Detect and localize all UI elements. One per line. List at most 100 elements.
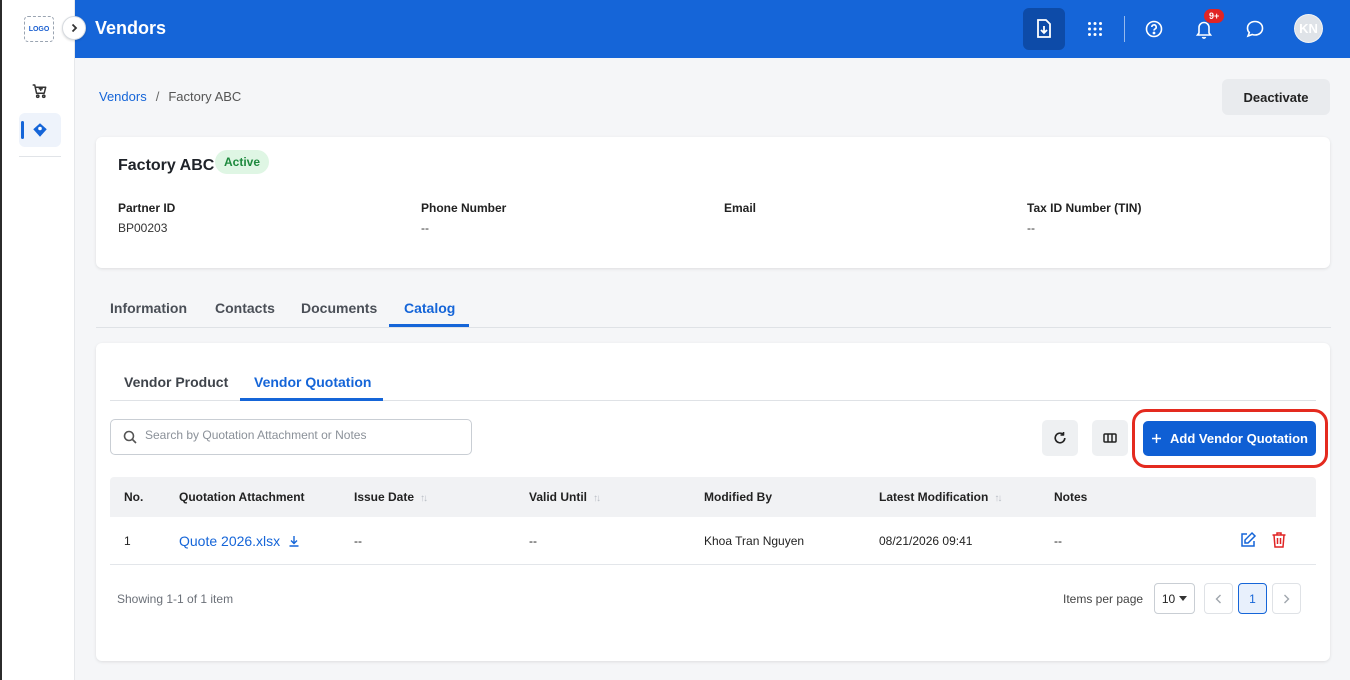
tab-documents[interactable]: Documents xyxy=(301,300,377,316)
field-value: -- xyxy=(1027,221,1035,235)
add-vendor-quotation-button[interactable]: Add Vendor Quotation xyxy=(1143,421,1316,456)
help-button[interactable] xyxy=(1133,8,1175,50)
tab-contacts[interactable]: Contacts xyxy=(215,300,275,316)
prev-page-button[interactable] xyxy=(1204,583,1233,614)
sub-tabs: Vendor Product Vendor Quotation xyxy=(110,365,1316,401)
subtab-vendor-product[interactable]: Vendor Product xyxy=(124,374,228,390)
field-value: BP00203 xyxy=(118,221,168,235)
items-per-page-label: Items per page xyxy=(1063,592,1144,606)
active-tab-indicator xyxy=(389,324,469,327)
refresh-icon xyxy=(1054,432,1066,444)
sidebar-item-vendors[interactable] xyxy=(19,113,61,147)
column-header-no: No. xyxy=(124,490,144,504)
column-header-issue-date[interactable]: Issue Date ↑↓ xyxy=(354,490,428,504)
chat-button[interactable] xyxy=(1234,8,1276,50)
cart-icon xyxy=(32,84,47,99)
row-actions xyxy=(1239,531,1287,549)
download-button[interactable] xyxy=(1023,8,1065,50)
field-email: Email xyxy=(724,201,756,221)
add-vendor-quotation-label: Add Vendor Quotation xyxy=(1170,431,1308,446)
chat-icon xyxy=(1246,20,1264,38)
sort-icon[interactable]: ↑↓ xyxy=(593,493,601,504)
field-label: Tax ID Number (TIN) xyxy=(1027,201,1142,215)
search-input[interactable] xyxy=(145,428,455,442)
breadcrumb: Vendors / Factory ABC xyxy=(99,89,241,104)
active-subtab-indicator xyxy=(240,398,383,401)
field-partner-id: Partner ID BP00203 xyxy=(118,201,175,235)
page-number-button[interactable]: 1 xyxy=(1238,583,1267,614)
top-bar: Vendors 9+ KN xyxy=(75,0,1350,58)
plus-icon xyxy=(1152,434,1162,443)
field-phone-number: Phone Number -- xyxy=(421,201,506,235)
column-header-notes: Notes xyxy=(1054,490,1088,504)
next-page-button[interactable] xyxy=(1272,583,1301,614)
table-header: No. Quotation Attachment Issue Date ↑↓ Va… xyxy=(110,477,1316,517)
vendor-summary-card: Factory ABC Partner ID BP00203 Phone Num… xyxy=(96,137,1330,268)
catalog-card: Vendor Product Vendor Quotation Add Vend… xyxy=(96,343,1330,661)
download-icon[interactable] xyxy=(288,535,300,547)
cell-issue-date: -- xyxy=(354,534,362,548)
cell-valid-until: -- xyxy=(529,534,537,548)
field-label: Partner ID xyxy=(118,201,176,215)
chevron-right-icon xyxy=(1284,594,1290,603)
main-tabs: Information Contacts Documents Catalog xyxy=(96,286,1331,328)
caret-down-icon xyxy=(1179,596,1188,601)
sort-icon[interactable]: ↑↓ xyxy=(994,493,1002,504)
status-badge-label: Active xyxy=(215,150,270,174)
apps-button[interactable] xyxy=(1074,8,1116,50)
cell-modified-by: Khoa Tran Nguyen xyxy=(704,534,805,548)
columns-button[interactable] xyxy=(1092,420,1128,456)
page-title: Vendors xyxy=(95,18,167,38)
file-download-icon xyxy=(1037,19,1051,38)
column-header-label: Issue Date xyxy=(354,490,415,504)
subtab-vendor-quotation[interactable]: Vendor Quotation xyxy=(254,374,371,390)
topbar-divider xyxy=(1124,16,1125,42)
items-per-page-select[interactable]: 10 xyxy=(1154,583,1195,614)
tag-icon xyxy=(33,123,47,137)
cell-notes: -- xyxy=(1054,534,1062,548)
tab-information[interactable]: Information xyxy=(110,300,187,316)
attachment-filename[interactable]: Quote 2026.xlsx xyxy=(179,533,280,549)
search-icon xyxy=(123,430,137,444)
edit-icon[interactable] xyxy=(1239,531,1257,549)
vendor-name: Factory ABC xyxy=(118,157,215,174)
breadcrumb-vendors-link[interactable]: Vendors xyxy=(99,89,147,104)
columns-icon xyxy=(1103,433,1117,443)
cell-no: 1 xyxy=(124,534,131,548)
cell-latest-modification: 08/21/2026 09:41 xyxy=(879,534,973,548)
attachment-link[interactable]: Quote 2026.xlsx xyxy=(179,533,300,549)
column-header-modified-by: Modified By xyxy=(704,490,772,504)
refresh-button[interactable] xyxy=(1042,420,1078,456)
breadcrumb-separator: / xyxy=(155,89,160,104)
search-box xyxy=(110,419,472,455)
column-header-valid-until[interactable]: Valid Until ↑↓ xyxy=(529,490,601,504)
column-header-label: Latest Modification xyxy=(879,490,989,504)
user-avatar[interactable]: KN xyxy=(1294,14,1323,43)
left-rail: LOGO xyxy=(0,0,75,680)
deactivate-button[interactable]: Deactivate xyxy=(1222,79,1330,115)
logo-text: LOGO xyxy=(28,25,50,33)
sidebar-item-orders[interactable] xyxy=(19,74,61,108)
status-badge: Active xyxy=(215,150,270,174)
help-icon xyxy=(1145,20,1163,38)
table-row: 1 Quote 2026.xlsx -- -- Khoa Tran Nguyen… xyxy=(110,517,1316,565)
chevron-right-icon xyxy=(71,23,78,33)
column-header-label: Valid Until xyxy=(529,490,588,504)
tab-catalog[interactable]: Catalog xyxy=(404,300,455,316)
delete-icon[interactable] xyxy=(1271,531,1287,549)
field-tax-id: Tax ID Number (TIN) -- xyxy=(1027,201,1141,235)
column-header-attachment: Quotation Attachment xyxy=(179,490,305,504)
breadcrumb-current: Factory ABC xyxy=(168,89,242,104)
column-header-latest-modification[interactable]: Latest Modification ↑↓ xyxy=(879,490,1002,504)
sidebar-toggle-button[interactable] xyxy=(62,16,86,40)
field-value: -- xyxy=(421,221,429,235)
showing-count: Showing 1-1 of 1 item xyxy=(117,592,234,606)
items-per-page-value: 10 xyxy=(1161,591,1176,606)
chevron-left-icon xyxy=(1215,594,1221,603)
rail-divider xyxy=(19,156,61,157)
notification-badge: 9+ xyxy=(1204,9,1225,23)
sort-icon[interactable]: ↑↓ xyxy=(420,493,428,504)
field-label: Email xyxy=(724,201,757,215)
logo: LOGO xyxy=(24,16,54,42)
field-label: Phone Number xyxy=(421,201,507,215)
